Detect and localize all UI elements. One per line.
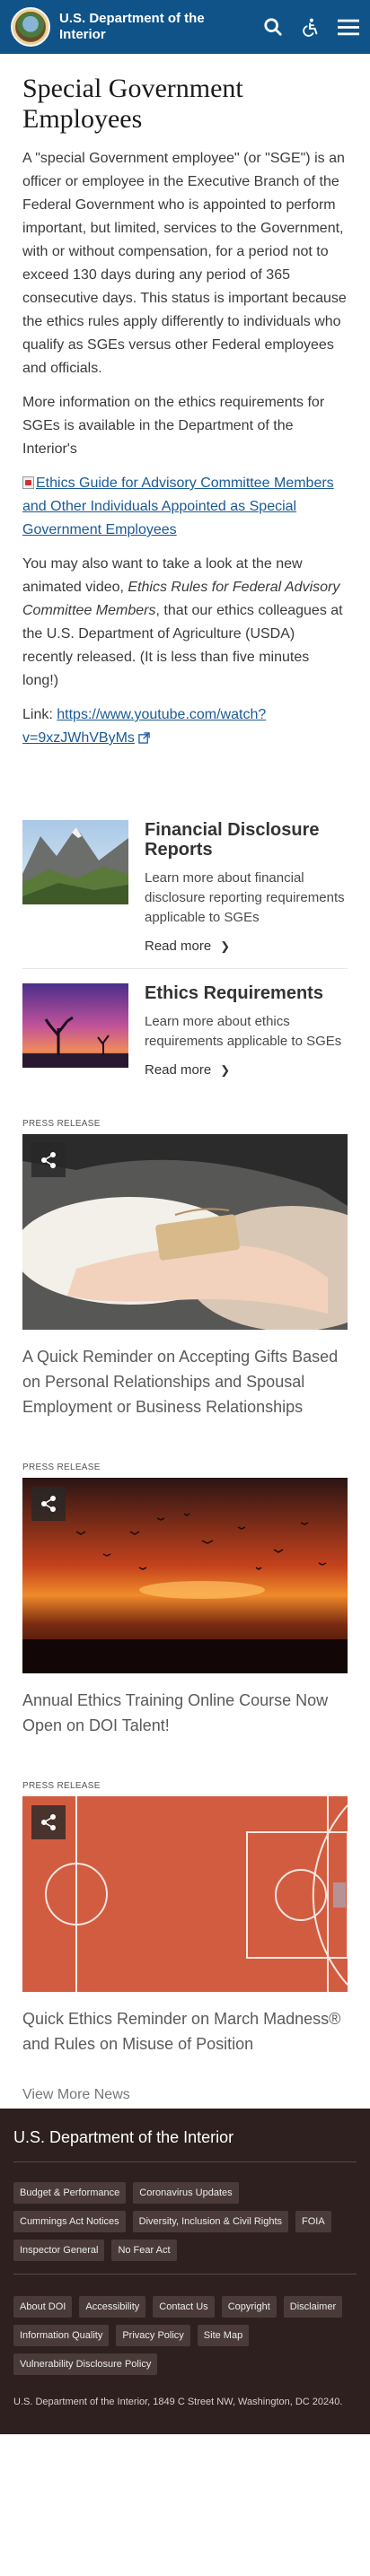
press-label: PRESS RELEASE bbox=[22, 1119, 101, 1129]
footer-link[interactable]: Inspector General bbox=[13, 2240, 105, 2261]
share-button[interactable] bbox=[31, 1487, 66, 1521]
site-brand[interactable]: U.S. Department of the Interior bbox=[59, 11, 230, 43]
press-title[interactable]: Quick Ethics Reminder on March Madness® … bbox=[22, 2006, 348, 2056]
page-title: Special Government Employees bbox=[22, 74, 243, 134]
share-button[interactable] bbox=[31, 1143, 66, 1177]
document-icon bbox=[22, 476, 34, 489]
press-title[interactable]: A Quick Reminder on Accepting Gifts Base… bbox=[22, 1344, 348, 1419]
footer-link[interactable]: Privacy Policy bbox=[116, 2325, 190, 2346]
search-icon[interactable] bbox=[262, 16, 284, 38]
link-label: Link: bbox=[22, 707, 57, 722]
press-label: PRESS RELEASE bbox=[22, 1463, 101, 1472]
press-title[interactable]: Annual Ethics Training Online Course Now… bbox=[22, 1688, 348, 1738]
mountain-valley-image bbox=[22, 820, 128, 904]
intro-paragraph: A "special Government employee" (or "SGE… bbox=[22, 151, 347, 376]
card-description: Learn more about financial disclosure re… bbox=[145, 870, 345, 925]
share-icon bbox=[41, 1814, 56, 1830]
press-releases: PRESS RELEASE A Quick Reminder on Accept… bbox=[22, 1119, 348, 2056]
footer-link[interactable]: Copyright bbox=[221, 2296, 277, 2318]
footer-link[interactable]: FOIA bbox=[295, 2211, 331, 2232]
desert-sunset-image bbox=[22, 983, 128, 1068]
info-paragraph: More information on the ethics requireme… bbox=[22, 395, 325, 457]
share-icon bbox=[41, 1152, 56, 1168]
footer-divider bbox=[13, 2274, 357, 2275]
footer-link[interactable]: Contact Us bbox=[153, 2296, 215, 2318]
footer-title: U.S. Department of the Interior bbox=[13, 2128, 357, 2162]
press-item-training[interactable]: PRESS RELEASE Annual Ethics Training Onl… bbox=[22, 1463, 348, 1738]
main-content: Special Government Employees A "special … bbox=[0, 74, 370, 2105]
site-header: U.S. Department of the Interior bbox=[0, 0, 370, 54]
footer-link[interactable]: Disclaimer bbox=[283, 2296, 343, 2318]
doi-seal-logo[interactable] bbox=[11, 7, 50, 47]
gift-exchange-image[interactable] bbox=[22, 1134, 348, 1330]
footer-link[interactable]: No Fear Act bbox=[111, 2240, 177, 2261]
press-item-march-madness[interactable]: PRESS RELEASE Quick Ethics Reminder on M… bbox=[22, 1781, 348, 2056]
accessibility-icon[interactable] bbox=[300, 16, 322, 38]
footer-link[interactable]: Vulnerability Disclosure Policy bbox=[13, 2353, 158, 2375]
view-more-news-link[interactable]: View More News bbox=[22, 2087, 348, 2105]
card-description: Learn more about ethics requirements app… bbox=[145, 1014, 342, 1049]
footer-links-secondary: About DOI Accessibility Contact Us Copyr… bbox=[13, 2296, 357, 2375]
card-title[interactable]: Ethics Requirements bbox=[145, 983, 348, 1003]
share-button[interactable] bbox=[31, 1805, 66, 1839]
ethics-guide-link[interactable]: Ethics Guide for Advisory Committee Memb… bbox=[22, 476, 334, 537]
footer-link[interactable]: Information Quality bbox=[13, 2325, 110, 2346]
footer-address: U.S. Department of the Interior, 1849 C … bbox=[13, 2397, 343, 2407]
external-link-icon bbox=[138, 729, 150, 752]
press-label: PRESS RELEASE bbox=[22, 1781, 101, 1791]
footer-links-primary: Budget & Performance Coronavirus Updates… bbox=[13, 2182, 357, 2261]
share-icon bbox=[41, 1496, 56, 1512]
guide-link-paragraph: Ethics Guide for Advisory Committee Memb… bbox=[22, 472, 348, 542]
card-financial-disclosure[interactable]: Financial Disclosure Reports Learn more … bbox=[22, 806, 348, 969]
footer-link[interactable]: About DOI bbox=[13, 2296, 73, 2318]
footer-link[interactable]: Site Map bbox=[197, 2325, 250, 2346]
video-link-paragraph: Link: https://www.youtube.com/watch?v=9x… bbox=[22, 703, 348, 752]
basketball-court-image[interactable] bbox=[22, 1796, 348, 1992]
chevron-right-icon: ❯ bbox=[220, 939, 231, 953]
card-title[interactable]: Financial Disclosure Reports bbox=[145, 820, 348, 860]
footer-link[interactable]: Budget & Performance bbox=[13, 2182, 127, 2204]
related-cards: Financial Disclosure Reports Learn more … bbox=[22, 806, 348, 1092]
footer-link[interactable]: Coronavirus Updates bbox=[133, 2182, 239, 2204]
card-ethics-requirements[interactable]: Ethics Requirements Learn more about eth… bbox=[22, 969, 348, 1092]
sunset-birds-image[interactable] bbox=[22, 1478, 348, 1673]
read-more-link[interactable]: Read more ❯ bbox=[145, 1062, 348, 1078]
menu-icon[interactable] bbox=[338, 16, 359, 38]
footer-link[interactable]: Accessibility bbox=[79, 2296, 146, 2318]
footer-link[interactable]: Diversity, Inclusion & Civil Rights bbox=[132, 2211, 288, 2232]
footer-link[interactable]: Cummings Act Notices bbox=[13, 2211, 126, 2232]
read-more-link[interactable]: Read more ❯ bbox=[145, 939, 348, 954]
chevron-right-icon: ❯ bbox=[220, 1063, 231, 1077]
video-paragraph: You may also want to take a look at the … bbox=[22, 553, 348, 693]
site-footer: U.S. Department of the Interior Budget &… bbox=[0, 2109, 370, 2434]
press-item-gifts[interactable]: PRESS RELEASE A Quick Reminder on Accept… bbox=[22, 1119, 348, 1419]
